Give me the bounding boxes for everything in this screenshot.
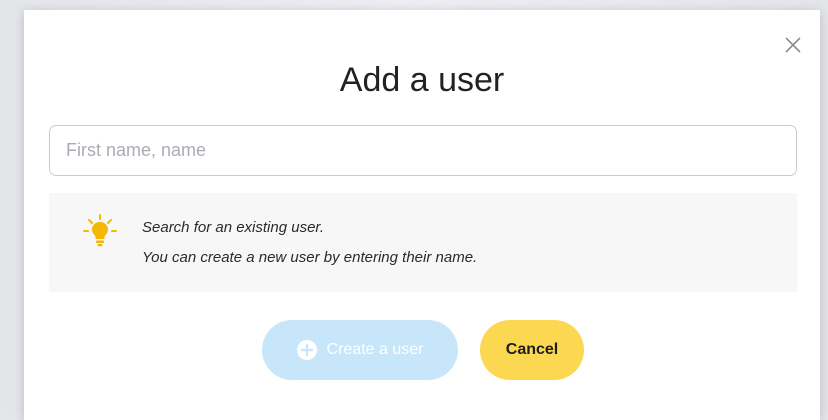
create-user-label: Create a user <box>326 341 424 358</box>
hint-text-line1: Search for an existing user. <box>142 219 325 236</box>
add-user-dialog: Add a user Search for an existing user. … <box>24 10 820 420</box>
cancel-button[interactable]: Cancel <box>480 320 584 380</box>
close-icon[interactable] <box>784 36 802 54</box>
user-search-input[interactable] <box>49 125 797 176</box>
hint-text-line2: You can create a new user by entering th… <box>142 249 478 266</box>
close-button[interactable] <box>784 36 802 54</box>
hint-panel: Search for an existing user. You can cre… <box>49 193 797 292</box>
create-user-button[interactable]: Create a user <box>262 320 458 380</box>
lightbulb-icon <box>83 214 117 247</box>
dialog-title: Add a user <box>339 61 505 99</box>
plus-circle-icon <box>296 340 317 360</box>
